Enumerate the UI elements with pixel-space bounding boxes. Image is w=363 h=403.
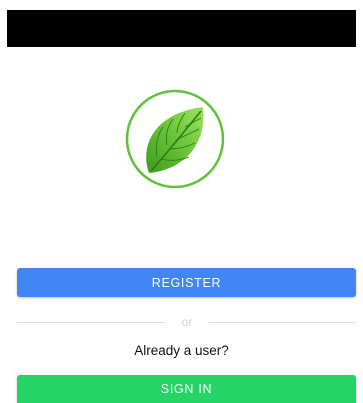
already-user-text: Already a user? [134, 343, 229, 358]
status-bar [7, 10, 356, 47]
divider-or-label: or [181, 315, 193, 329]
register-button[interactable]: REGISTER [17, 268, 356, 297]
app-logo [123, 87, 226, 215]
divider-right [209, 322, 356, 323]
leaf-icon [125, 89, 225, 189]
divider-left [17, 322, 165, 323]
sign-in-button[interactable]: SIGN IN [17, 375, 356, 403]
